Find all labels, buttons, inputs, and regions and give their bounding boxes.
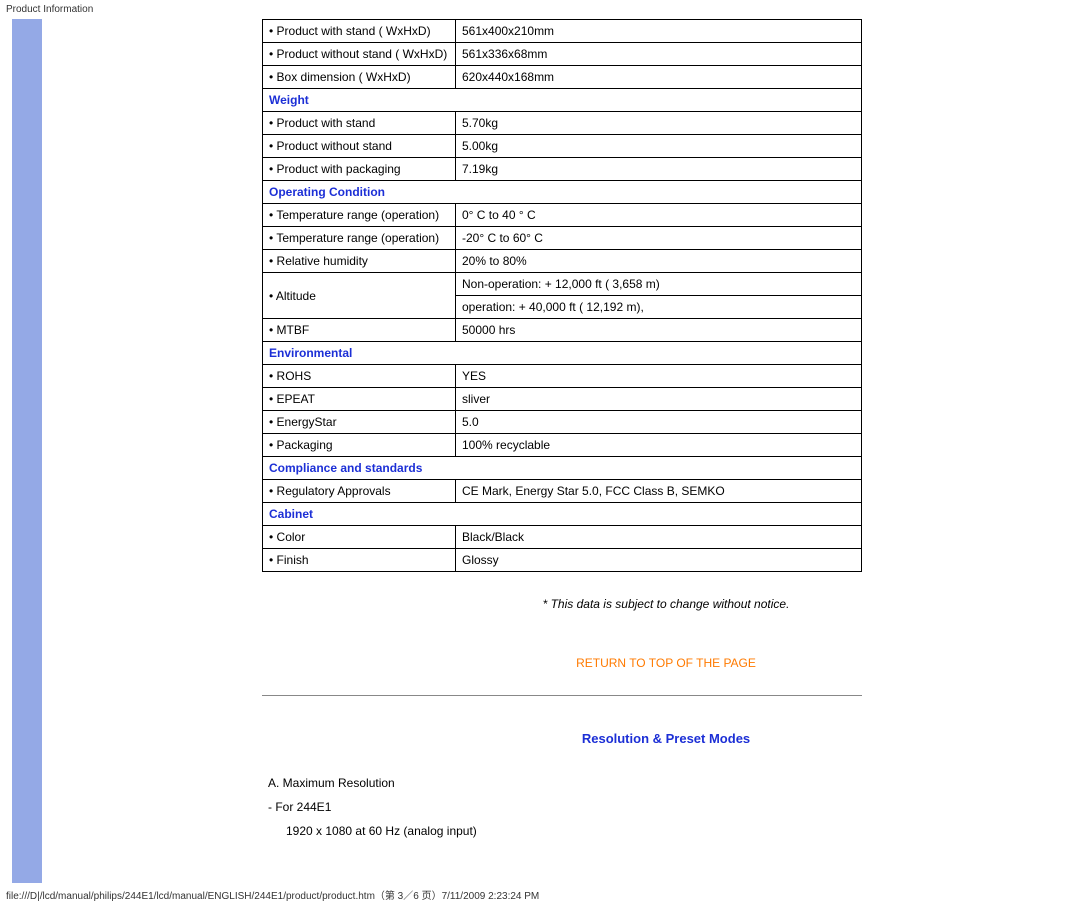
spec-label: • Product with packaging [263, 158, 456, 181]
table-row: • EnergyStar 5.0 [263, 411, 862, 434]
spec-label: • Relative humidity [263, 250, 456, 273]
table-row: • Finish Glossy [263, 549, 862, 572]
table-row: • Product with stand ( WxHxD) 561x400x21… [263, 20, 862, 43]
spec-label: • Packaging [263, 434, 456, 457]
spec-label: • Temperature range (operation) [263, 227, 456, 250]
content-area: • Product with stand ( WxHxD) 561x400x21… [42, 19, 1080, 883]
spec-label: • Regulatory Approvals [263, 480, 456, 503]
table-row: • Product without stand ( WxHxD) 561x336… [263, 43, 862, 66]
spec-value: 561x336x68mm [456, 43, 862, 66]
spec-value: 5.00kg [456, 135, 862, 158]
spec-label: • EPEAT [263, 388, 456, 411]
spec-value: operation: + 40,000 ft ( 12,192 m), [456, 296, 862, 319]
main-container: • Product with stand ( WxHxD) 561x400x21… [0, 19, 1080, 883]
resolution-line-detail: 1920 x 1080 at 60 Hz (analog input) [268, 819, 1070, 843]
section-header-cabinet: Cabinet [263, 503, 862, 526]
table-row: • Packaging 100% recyclable [263, 434, 862, 457]
spec-value: sliver [456, 388, 862, 411]
spec-label: • Altitude [263, 273, 456, 319]
spec-label: • MTBF [263, 319, 456, 342]
spec-value: 100% recyclable [456, 434, 862, 457]
table-row: Cabinet [263, 503, 862, 526]
divider [262, 695, 862, 696]
spec-value: 20% to 80% [456, 250, 862, 273]
table-row: • Relative humidity 20% to 80% [263, 250, 862, 273]
table-row: • Temperature range (operation) -20° C t… [263, 227, 862, 250]
spec-label: • ROHS [263, 365, 456, 388]
resolution-line-for: - For 244E1 [268, 795, 1070, 819]
spec-value: 0° C to 40 ° C [456, 204, 862, 227]
section-header-compliance: Compliance and standards [263, 457, 862, 480]
section-header-weight: Weight [263, 89, 862, 112]
spec-value: 7.19kg [456, 158, 862, 181]
table-row: • Product with stand 5.70kg [263, 112, 862, 135]
spec-value: 561x400x210mm [456, 20, 862, 43]
spec-value: -20° C to 60° C [456, 227, 862, 250]
spec-label: • Product without stand [263, 135, 456, 158]
spec-label: • Product without stand ( WxHxD) [263, 43, 456, 66]
table-row: • Product with packaging 7.19kg [263, 158, 862, 181]
spec-value: 50000 hrs [456, 319, 862, 342]
table-row: • ROHS YES [263, 365, 862, 388]
spec-label: • Color [263, 526, 456, 549]
resolution-text: A. Maximum Resolution - For 244E1 1920 x… [262, 771, 1070, 843]
spec-value: 5.0 [456, 411, 862, 434]
spec-label: • Finish [263, 549, 456, 572]
return-to-top-link[interactable]: RETURN TO TOP OF THE PAGE [262, 656, 1070, 670]
section-header-environmental: Environmental [263, 342, 862, 365]
table-row: • Color Black/Black [263, 526, 862, 549]
table-row: Environmental [263, 342, 862, 365]
spec-value: YES [456, 365, 862, 388]
table-row: • Box dimension ( WxHxD) 620x440x168mm [263, 66, 862, 89]
resolution-section-title: Resolution & Preset Modes [262, 731, 1070, 746]
spec-label: • Box dimension ( WxHxD) [263, 66, 456, 89]
spec-label: • Product with stand ( WxHxD) [263, 20, 456, 43]
spec-value: Glossy [456, 549, 862, 572]
table-row: • Temperature range (operation) 0° C to … [263, 204, 862, 227]
table-row: • MTBF 50000 hrs [263, 319, 862, 342]
page-header: Product Information [0, 0, 1080, 19]
table-row: • Altitude Non-operation: + 12,000 ft ( … [263, 273, 862, 296]
spec-value: 5.70kg [456, 112, 862, 135]
spec-label: • Product with stand [263, 112, 456, 135]
resolution-line-a: A. Maximum Resolution [268, 771, 1070, 795]
table-row: Operating Condition [263, 181, 862, 204]
table-row: Weight [263, 89, 862, 112]
sidebar-stripe [12, 19, 42, 883]
spec-value: Black/Black [456, 526, 862, 549]
table-row: Compliance and standards [263, 457, 862, 480]
spec-value: CE Mark, Energy Star 5.0, FCC Class B, S… [456, 480, 862, 503]
spec-value: 620x440x168mm [456, 66, 862, 89]
table-row: • Product without stand 5.00kg [263, 135, 862, 158]
spec-label: • EnergyStar [263, 411, 456, 434]
section-header-operating: Operating Condition [263, 181, 862, 204]
spec-label: • Temperature range (operation) [263, 204, 456, 227]
spec-value: Non-operation: + 12,000 ft ( 3,658 m) [456, 273, 862, 296]
disclaimer-note: * This data is subject to change without… [262, 597, 1070, 611]
footer-path: file:///D|/lcd/manual/philips/244E1/lcd/… [0, 883, 1080, 906]
table-row: • EPEAT sliver [263, 388, 862, 411]
table-row: • Regulatory Approvals CE Mark, Energy S… [263, 480, 862, 503]
spec-table: • Product with stand ( WxHxD) 561x400x21… [262, 19, 862, 572]
